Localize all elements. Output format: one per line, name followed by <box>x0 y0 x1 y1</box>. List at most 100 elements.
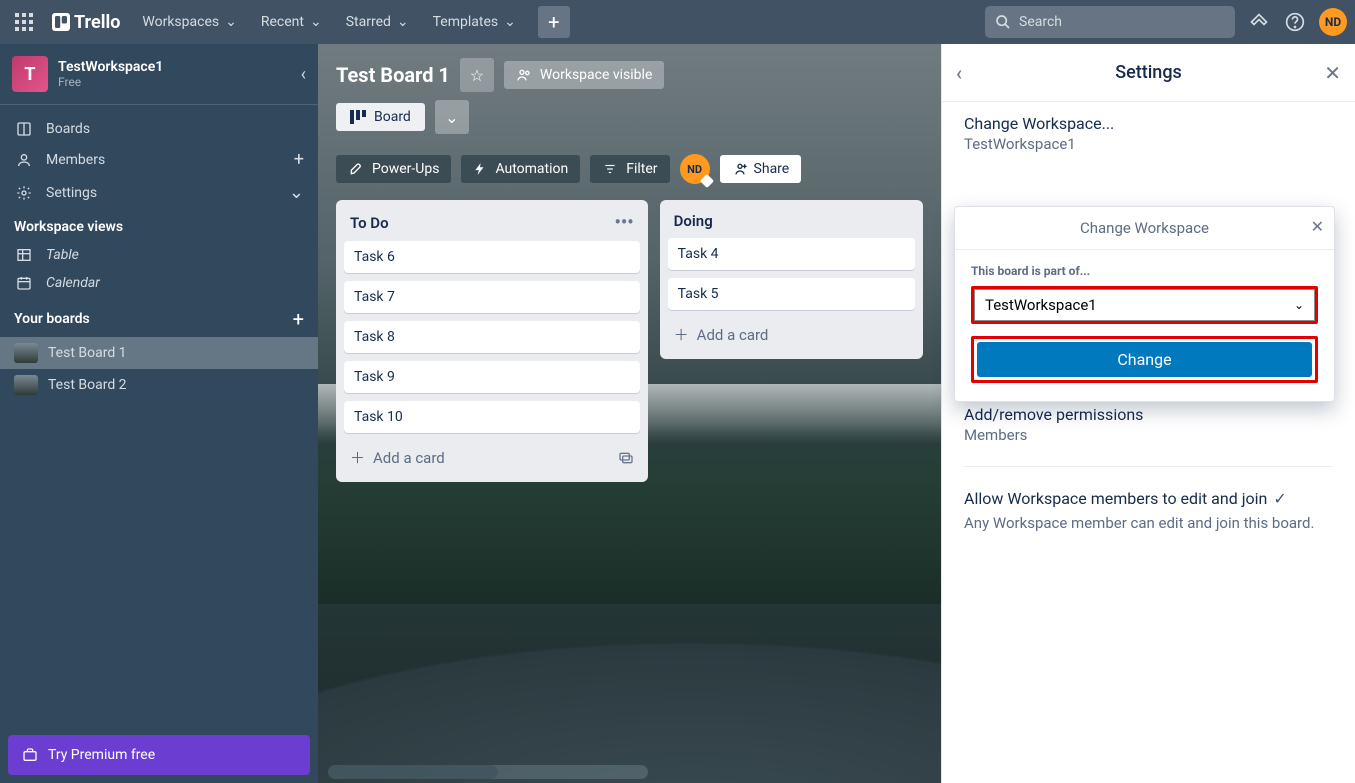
add-card-button[interactable]: ＋ Add a card <box>668 318 915 351</box>
star-icon: ☆ <box>470 66 484 85</box>
filter-icon <box>602 162 618 176</box>
chevron-down-icon: ⌄ <box>504 14 516 30</box>
share-icon <box>732 161 748 177</box>
menu-label: Recent <box>261 14 304 30</box>
popover-title: Change Workspace <box>1080 219 1209 237</box>
filter-button[interactable]: Filter <box>590 155 669 183</box>
power-ups-button[interactable]: Power-Ups <box>336 155 451 183</box>
add-card-button[interactable]: ＋ Add a card <box>344 441 640 474</box>
create-button[interactable]: + <box>538 6 570 38</box>
menu-label: Templates <box>433 14 499 30</box>
change-button[interactable]: Change <box>977 342 1312 377</box>
visibility-label: Workspace visible <box>540 67 652 83</box>
visibility-button[interactable]: Workspace visible <box>504 61 664 89</box>
list-title-text[interactable]: Doing <box>674 212 713 230</box>
allow-edit-join-toggle[interactable]: Allow Workspace members to edit and join… <box>964 489 1333 508</box>
your-boards-label: Your boards + <box>0 297 318 337</box>
view-switcher-dropdown[interactable]: ⌄ <box>435 100 469 134</box>
view-label: Board <box>374 109 411 125</box>
notifications-icon[interactable] <box>1243 6 1275 38</box>
help-icon[interactable] <box>1279 6 1311 38</box>
popover-header: Change Workspace ✕ <box>955 207 1334 250</box>
plus-icon: ＋ <box>674 324 689 345</box>
selected-workspace: TestWorkspace1 <box>985 296 1097 314</box>
workspace-select[interactable]: TestWorkspace1 ⌄ <box>974 289 1315 321</box>
star-board-button[interactable]: ☆ <box>460 58 494 92</box>
nav-label: Table <box>46 247 79 263</box>
card[interactable]: Task 9 <box>344 361 640 393</box>
nav-label: Calendar <box>46 275 100 291</box>
bolt-icon <box>473 161 487 177</box>
add-card-label: Add a card <box>697 326 769 344</box>
people-icon <box>516 67 532 83</box>
add-card-label: Add a card <box>373 449 445 467</box>
sidebar-board-1[interactable]: Test Board 1 <box>0 337 318 369</box>
view-calendar[interactable]: Calendar <box>0 269 318 297</box>
try-premium-button[interactable]: Try Premium free <box>8 735 310 775</box>
add-board-icon[interactable]: + <box>293 307 304 331</box>
members-icon <box>14 152 34 168</box>
settings-panel: ‹ Settings ✕ Change Workspace... TestWor… <box>941 44 1355 783</box>
rocket-icon <box>348 161 364 177</box>
close-icon[interactable]: ✕ <box>1324 61 1341 85</box>
change-workspace-link[interactable]: Change Workspace... <box>964 114 1333 133</box>
list-title-text[interactable]: To Do <box>350 214 389 232</box>
briefcase-icon <box>22 747 38 763</box>
nav-boards[interactable]: Boards <box>0 115 318 143</box>
menu-recent[interactable]: Recent⌄ <box>251 8 332 36</box>
share-label: Share <box>754 161 790 177</box>
nav-members[interactable]: Members + <box>0 143 318 176</box>
trello-logo[interactable]: Trello <box>44 12 128 33</box>
board-title[interactable]: Test Board 1 <box>336 63 450 87</box>
card[interactable]: Task 8 <box>344 321 640 353</box>
menu-starred[interactable]: Starred⌄ <box>336 8 419 36</box>
card[interactable]: Task 7 <box>344 281 640 313</box>
board-label: Test Board 1 <box>48 345 127 361</box>
menu-templates[interactable]: Templates ⌄ <box>423 8 526 36</box>
card[interactable]: Task 4 <box>668 238 915 270</box>
card[interactable]: Task 5 <box>668 278 915 310</box>
close-icon[interactable]: ✕ <box>1311 217 1324 236</box>
automation-label: Automation <box>495 161 568 177</box>
add-icon[interactable]: + <box>294 149 304 170</box>
nav-label: Members <box>46 152 105 168</box>
filter-label: Filter <box>626 161 657 177</box>
nav-label: Boards <box>46 121 90 137</box>
powerups-label: Power-Ups <box>372 161 439 177</box>
board-view-button[interactable]: Board <box>336 103 425 131</box>
card[interactable]: Task 10 <box>344 401 640 433</box>
panel-title: Settings <box>1115 62 1182 83</box>
workspace-name: TestWorkspace1 <box>58 59 291 75</box>
view-table[interactable]: Table <box>0 241 318 269</box>
account-avatar[interactable]: ND <box>1319 8 1347 36</box>
automation-button[interactable]: Automation <box>461 155 580 183</box>
scrollbar-thumb[interactable] <box>328 765 498 779</box>
change-button-highlight: Change <box>971 336 1318 383</box>
addremove-permissions-link[interactable]: Add/remove permissions <box>964 405 1333 424</box>
share-button[interactable]: Share <box>720 155 802 183</box>
nav-settings[interactable]: Settings ⌄ <box>0 176 318 209</box>
workspace-tile: T <box>12 56 48 92</box>
board-member-avatar[interactable]: ND <box>680 154 710 184</box>
panel-header: ‹ Settings ✕ <box>942 44 1355 102</box>
check-icon: ✓ <box>1273 489 1286 508</box>
back-icon[interactable]: ‹ <box>956 61 962 85</box>
popover-field-label: This board is part of... <box>971 264 1318 278</box>
search-input[interactable]: Search <box>985 6 1235 38</box>
allow-label: Allow Workspace members to edit and join <box>964 489 1267 508</box>
chevron-down-icon: ⌄ <box>397 14 409 30</box>
apps-grid-icon[interactable] <box>8 6 40 38</box>
premium-label: Try Premium free <box>48 747 155 763</box>
horizontal-scrollbar[interactable] <box>328 765 648 779</box>
card-template-icon[interactable] <box>618 451 634 465</box>
views-section-label: Workspace views <box>0 209 318 241</box>
menu-label: Workspaces <box>142 14 219 30</box>
card[interactable]: Task 6 <box>344 241 640 273</box>
menu-workspaces[interactable]: Workspaces⌄ <box>132 8 246 36</box>
chevron-down-icon[interactable]: ⌄ <box>289 182 304 203</box>
sidebar-board-2[interactable]: Test Board 2 <box>0 369 318 401</box>
collapse-sidebar-icon[interactable]: ‹ <box>301 64 306 85</box>
plus-icon: ＋ <box>350 447 365 468</box>
board-canvas: Test Board 1 ☆ Workspace visible Board ⌄… <box>318 44 941 783</box>
list-menu-icon[interactable]: ••• <box>615 212 634 233</box>
